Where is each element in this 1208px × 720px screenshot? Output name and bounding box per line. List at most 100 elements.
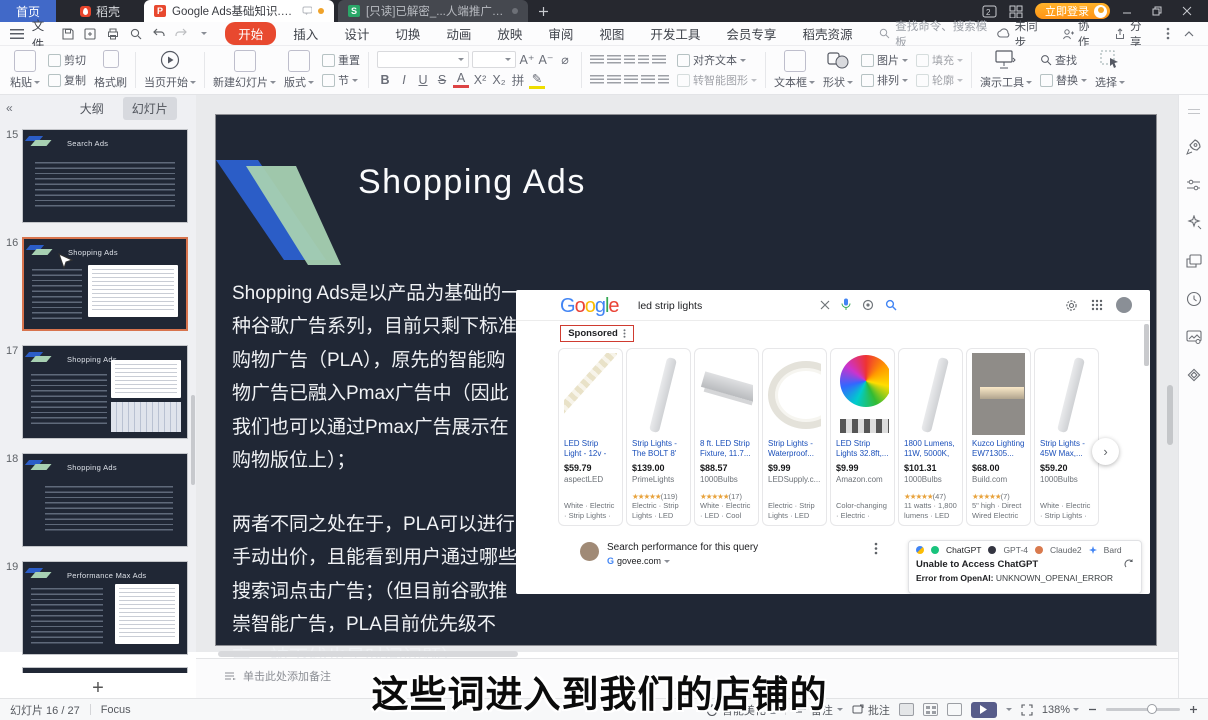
to-smartart-button[interactable]: 转智能图形 <box>677 72 757 88</box>
share-button[interactable]: 分享 <box>1114 18 1152 50</box>
ai-tab-bard[interactable]: Bard <box>1104 545 1122 555</box>
section-button[interactable]: 节 <box>322 72 358 88</box>
slide-sorter-view-button[interactable] <box>923 703 938 716</box>
menu-animation[interactable]: 动画 <box>437 22 480 45</box>
resource-diamond-icon[interactable] <box>1186 367 1201 382</box>
arrange-button[interactable]: 排列 <box>861 72 908 88</box>
product-card[interactable]: 1800 Lumens, 11W, 5000K, ... $101.31 100… <box>898 348 963 526</box>
slide-thumbnail-15[interactable]: Search Ads <box>22 129 188 223</box>
slideshow-play-button[interactable] <box>971 702 997 718</box>
voice-search-icon[interactable] <box>841 298 851 311</box>
ai-tab-gpt4[interactable]: GPT-4 <box>1003 545 1028 555</box>
toolbar-options-caret-icon[interactable] <box>196 26 213 41</box>
font-family-select[interactable] <box>377 51 469 68</box>
restore-button[interactable] <box>1152 6 1170 16</box>
fill-button[interactable]: 填充 <box>916 52 963 68</box>
menu-review[interactable]: 审阅 <box>539 22 582 45</box>
new-slide-button[interactable]: 新建幻灯片 <box>209 49 280 91</box>
menu-transition[interactable]: 切换 <box>386 22 429 45</box>
zoom-level-button[interactable]: 138% <box>1042 704 1079 716</box>
menu-home[interactable]: 开始 <box>225 22 276 45</box>
product-title[interactable]: Strip Lights - The BOLT 8' ... <box>632 439 685 460</box>
product-title[interactable]: Kuzco Lighting EW71305... <box>972 439 1025 460</box>
fit-to-window-icon[interactable] <box>1021 704 1033 716</box>
zoom-in-icon[interactable] <box>1189 705 1198 714</box>
export-icon[interactable] <box>82 26 99 41</box>
align-right-icon[interactable] <box>624 75 638 86</box>
replace-button[interactable]: 替换 <box>1040 72 1087 88</box>
play-from-page-button[interactable]: 当页开始 <box>140 49 200 91</box>
horizontal-scrollbar[interactable] <box>218 651 518 657</box>
product-card[interactable]: 8 ft. LED Strip Fixture, 11.7... $88.57 … <box>694 348 759 526</box>
italic-button[interactable]: I <box>396 73 412 87</box>
menu-insert[interactable]: 插入 <box>284 22 327 45</box>
subscript-button[interactable]: X₂ <box>491 73 507 87</box>
menu-design[interactable]: 设计 <box>335 22 378 45</box>
lens-search-icon[interactable] <box>862 299 874 311</box>
document-tab-active[interactable]: P Google Ads基础知识.pptx <box>144 0 334 22</box>
settings-gear-icon[interactable] <box>1065 299 1078 312</box>
zoom-out-icon[interactable] <box>1088 705 1097 714</box>
product-card[interactable]: Kuzco Lighting EW71305... $68.00 Build.c… <box>966 348 1031 526</box>
settings-sliders-icon[interactable] <box>1186 178 1202 192</box>
present-tools-button[interactable]: 演示工具 <box>976 49 1036 91</box>
clear-format-icon[interactable]: ⌀ <box>557 52 573 67</box>
menu-docer-resources[interactable]: 稻壳资源 <box>793 22 861 45</box>
product-card[interactable]: Strip Lights - 45W Max,... $59.20 1000Bu… <box>1034 348 1099 526</box>
play-options-caret-icon[interactable] <box>1006 708 1012 714</box>
product-title[interactable]: Strip Lights - 45W Max,... <box>1040 439 1093 460</box>
product-title[interactable]: 1800 Lumens, 11W, 5000K, ... <box>904 439 957 460</box>
increase-indent-icon[interactable] <box>638 55 649 66</box>
slide-thumbnail-18[interactable]: Shopping Ads <box>22 453 188 547</box>
carousel-next-button[interactable]: › <box>1092 438 1119 465</box>
search-query[interactable]: led strip lights <box>638 300 702 312</box>
clear-search-icon[interactable] <box>820 300 830 310</box>
google-apps-icon[interactable] <box>1091 299 1103 311</box>
underline-button[interactable]: U <box>415 73 431 87</box>
menu-devtools[interactable]: 开发工具 <box>641 22 709 45</box>
google-account-avatar[interactable] <box>1116 297 1132 313</box>
select-button[interactable]: 选择 <box>1091 49 1129 91</box>
decrease-font-icon[interactable]: A⁻ <box>538 52 554 67</box>
print-icon[interactable] <box>105 26 122 41</box>
refresh-icon[interactable] <box>1124 559 1134 569</box>
format-painter-button[interactable]: 格式刷 <box>90 49 131 91</box>
slide-body-text[interactable]: Shopping Ads是以产品为基础的一种谷歌广告系列，目前只剩下标准购物广告… <box>232 277 522 675</box>
decrease-indent-icon[interactable] <box>624 55 635 66</box>
ai-tab-chatgpt[interactable]: ChatGPT <box>946 545 981 555</box>
product-title[interactable]: LED Strip Light - 12v - Flexib... <box>564 439 617 460</box>
product-card[interactable]: LED Strip Lights 32.8ft,... $9.99 Amazon… <box>830 348 895 526</box>
comments-button[interactable]: 批注 <box>852 702 890 718</box>
slide-thumbnail-16-selected[interactable]: Shopping Ads <box>22 237 188 331</box>
sync-status[interactable]: 未同步 <box>997 18 1048 50</box>
save-icon[interactable] <box>59 26 76 41</box>
find-button[interactable]: 查找 <box>1040 52 1077 68</box>
slides-tab[interactable]: 幻灯片 <box>123 97 177 120</box>
font-color-button[interactable]: A <box>453 71 469 88</box>
numbered-list-icon[interactable] <box>607 55 621 66</box>
image-tools-icon[interactable] <box>1186 330 1202 344</box>
workspace-grid-icon[interactable] <box>1009 5 1023 18</box>
new-tab-button[interactable] <box>528 0 558 22</box>
history-clock-icon[interactable] <box>1186 291 1202 307</box>
outline-button[interactable]: 轮廓 <box>916 72 963 88</box>
slide-thumbnail-19[interactable]: Performance Max Ads <box>22 561 188 655</box>
duplicate-slide-icon[interactable] <box>1186 254 1202 268</box>
close-button[interactable] <box>1182 6 1200 16</box>
bold-button[interactable]: B <box>377 73 393 87</box>
minimize-button[interactable] <box>1122 6 1140 16</box>
command-search[interactable]: 查找命令、搜索模板 <box>879 18 996 50</box>
font-size-select[interactable] <box>472 51 516 68</box>
zoom-slider[interactable] <box>1106 708 1180 711</box>
panel-scrollbar[interactable] <box>191 395 195 485</box>
hamburger-menu-icon[interactable] <box>10 29 24 39</box>
paste-group[interactable]: 粘贴 <box>6 49 44 91</box>
docer-tab[interactable]: 稻壳 <box>56 0 144 22</box>
picture-button[interactable]: 图片 <box>861 52 908 68</box>
smart-beautify-wand-icon[interactable] <box>1186 215 1202 231</box>
ai-tab-claude2[interactable]: Claude2 <box>1050 545 1082 555</box>
site-link[interactable]: G govee.com <box>607 556 758 566</box>
product-card[interactable]: Strip Lights - The BOLT 8' ... $139.00 P… <box>626 348 691 526</box>
slide-thumbnail-17[interactable]: Shopping Ads <box>22 345 188 439</box>
reset-button[interactable]: 重置 <box>322 52 360 68</box>
